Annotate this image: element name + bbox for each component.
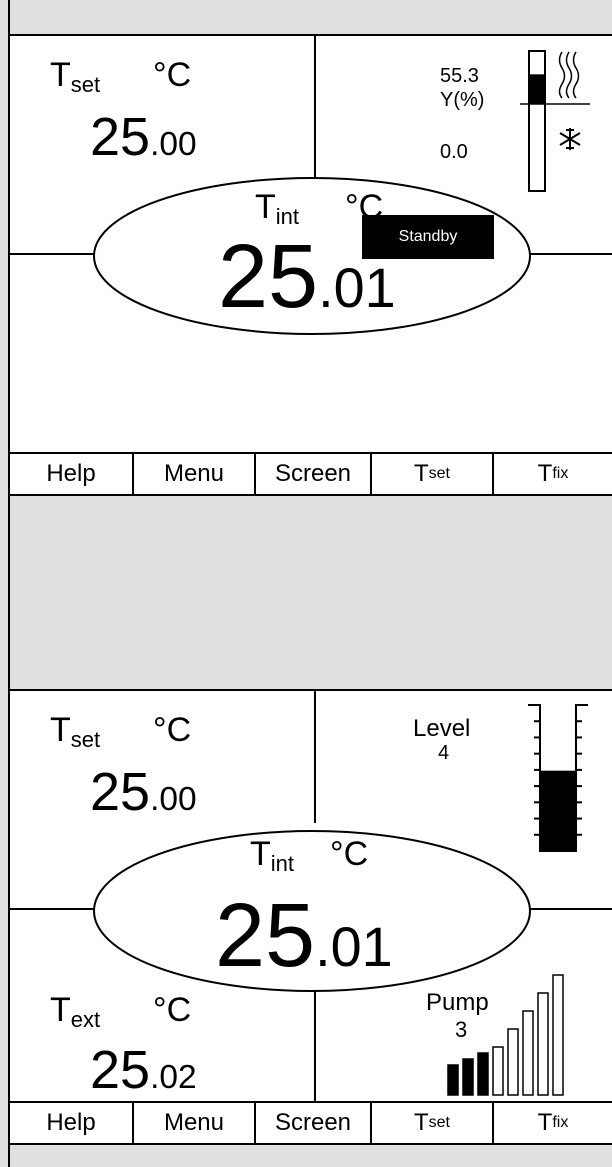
text-unit: °C: [153, 991, 192, 1029]
pump-bar-active: [447, 1064, 459, 1096]
pump-bar-active: [462, 1058, 474, 1096]
softkey-bar: Help Menu Screen Tset Tfix: [10, 1101, 612, 1143]
tset-unit: °C: [153, 711, 192, 749]
menu-button[interactable]: Menu: [132, 1101, 254, 1143]
pump-bar-inactive: [507, 1028, 519, 1096]
tset-value: 25.00: [90, 107, 197, 167]
tset-button[interactable]: Tset: [370, 1101, 492, 1143]
pump-bar-inactive: [492, 1046, 504, 1096]
screen-button[interactable]: Screen: [254, 452, 370, 494]
pump-value: 3: [455, 1017, 468, 1042]
text-value: 25.02: [90, 1040, 197, 1100]
pump-bar-inactive: [522, 1010, 534, 1096]
text-label: Text: [50, 991, 101, 1032]
tfix-button[interactable]: Tfix: [492, 452, 612, 494]
tset-label: Tset: [50, 56, 101, 97]
menu-button[interactable]: Menu: [132, 452, 254, 494]
y-value-min: 0.0: [440, 141, 468, 163]
tset-label: Tset: [50, 711, 101, 752]
y-output-bar: [528, 50, 546, 192]
display-screen-full: Tset °C 25.00 Level 4 Tint °C 25.01 Text…: [10, 689, 612, 1145]
pump-bar-inactive: [537, 992, 549, 1096]
tfix-button[interactable]: Tfix: [492, 1101, 612, 1143]
y-output-fill: [529, 74, 545, 104]
y-label: Y(%): [440, 89, 485, 111]
pump-bar-inactive: [552, 974, 564, 1096]
pump-label: Pump: [426, 989, 489, 1016]
heating-waves-icon: [558, 51, 580, 99]
tint-value: 25.01: [215, 886, 393, 986]
pump-bar-active: [477, 1052, 489, 1096]
tint-value: 25.01: [218, 227, 396, 327]
tint-label: Tint: [250, 835, 295, 876]
tset-value: 25.00: [90, 762, 197, 822]
tset-button[interactable]: Tset: [370, 452, 492, 494]
display-screen-standby: Tset °C 25.00 55.3 Y(%) 0.0 Tint °C Stan…: [10, 34, 612, 496]
y-value-max: 55.3: [440, 65, 479, 87]
level-value: 4: [438, 742, 450, 764]
help-button[interactable]: Help: [10, 452, 132, 494]
tint-label: Tint: [255, 188, 300, 229]
help-button[interactable]: Help: [10, 1101, 132, 1143]
screen-button[interactable]: Screen: [254, 1101, 370, 1143]
level-label: Level: [413, 715, 471, 742]
tset-unit: °C: [153, 56, 192, 94]
level-fill: [540, 770, 576, 851]
tint-unit: °C: [330, 835, 369, 873]
snowflake-icon: [559, 128, 581, 150]
softkey-bar: Help Menu Screen Tset Tfix: [10, 452, 612, 494]
